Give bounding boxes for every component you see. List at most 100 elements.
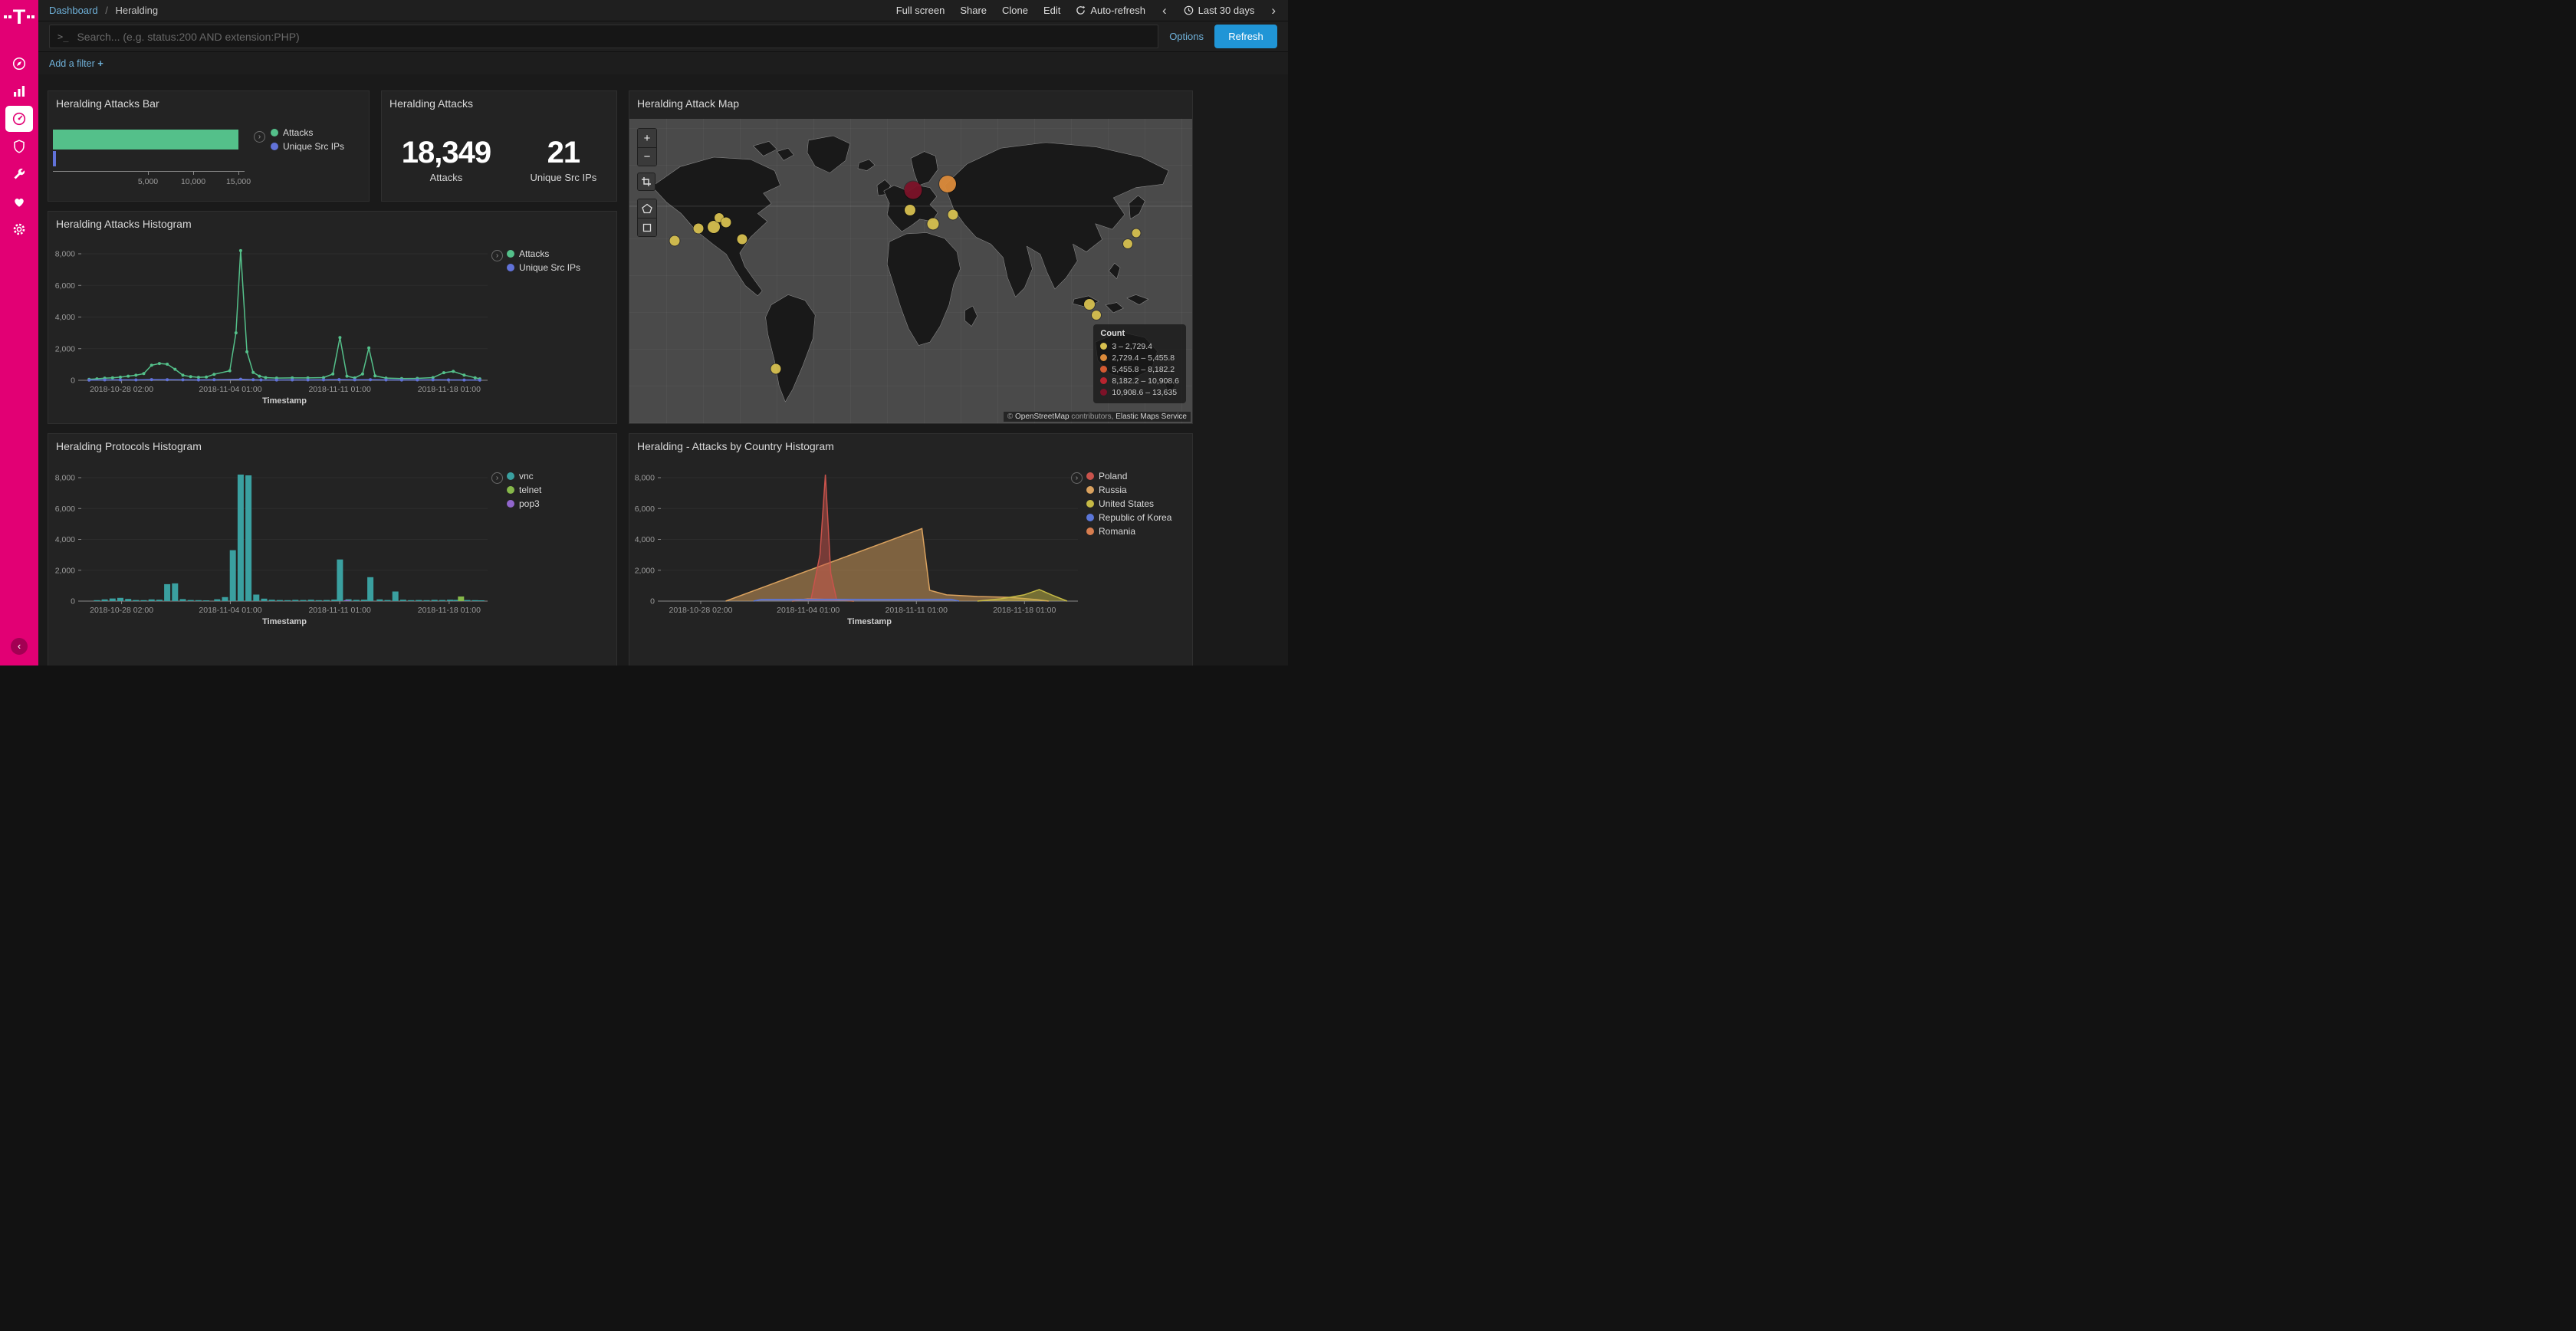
map-legend-row: 2,729.4 – 5,455.8 <box>1100 352 1179 363</box>
legend-item[interactable]: telnet <box>507 483 541 497</box>
edit-button[interactable]: Edit <box>1043 5 1060 16</box>
map-legend-label: 8,182.2 – 10,908.6 <box>1112 376 1179 386</box>
map-legend-items: 3 – 2,729.42,729.4 – 5,455.85,455.8 – 8,… <box>1100 340 1179 398</box>
map-marker <box>905 205 915 215</box>
svg-text:2018-11-11 01:00: 2018-11-11 01:00 <box>308 385 371 394</box>
legend-color-dot <box>507 250 514 258</box>
legend-label: Romania <box>1099 526 1135 537</box>
svg-text:2018-10-28 02:00: 2018-10-28 02:00 <box>669 606 733 615</box>
svg-text:2,000: 2,000 <box>55 344 75 353</box>
legend-item[interactable]: pop3 <box>507 497 541 511</box>
map-legend-dot <box>1100 343 1107 350</box>
map-draw-controls <box>637 199 657 237</box>
clone-button[interactable]: Clone <box>1002 5 1028 16</box>
legend-label: Unique Src IPs <box>519 262 580 273</box>
legend-item[interactable]: Romania <box>1086 524 1171 538</box>
time-range-picker[interactable]: Last 30 days <box>1184 5 1255 16</box>
legend-color-dot <box>507 500 514 508</box>
draw-rectangle-button[interactable] <box>638 218 656 236</box>
legend-item[interactable]: vnc <box>507 469 541 483</box>
metric-group: 18,349Attacks21Unique Src IPs <box>382 117 616 201</box>
attacks-line-chart: 02,0004,0006,0008,0002018-10-28 02:00201… <box>48 212 618 425</box>
legend-color-dot <box>507 264 514 271</box>
sidebar-item-management[interactable] <box>5 216 33 242</box>
search-input[interactable] <box>75 30 1150 44</box>
svg-text:8,000: 8,000 <box>55 474 75 483</box>
sidebar-item-dashboard[interactable] <box>5 106 33 132</box>
top-nav: Dashboard / Heralding Full screen Share … <box>38 0 1288 21</box>
legend-item[interactable]: Unique Src IPs <box>271 140 344 153</box>
shield-icon <box>12 139 27 154</box>
legend-toggle-icon[interactable]: › <box>254 131 265 143</box>
breadcrumb-dashboard-link[interactable]: Dashboard <box>49 5 98 16</box>
world-map[interactable]: + − Count 3 – 2,729.42,729.4 – 5,455.85,… <box>629 119 1192 423</box>
legend-toggle-icon[interactable]: › <box>491 250 503 261</box>
map-legend-label: 10,908.6 – 13,635 <box>1112 388 1177 397</box>
wrench-icon <box>12 166 27 182</box>
sidebar-collapse-button[interactable]: ‹ <box>11 638 28 655</box>
svg-text:2018-10-28 02:00: 2018-10-28 02:00 <box>90 606 153 615</box>
sidebar-nav <box>5 51 33 242</box>
sidebar-item-monitoring[interactable] <box>5 189 33 215</box>
axis-tick-label: 10,000 <box>181 177 205 186</box>
legend-item[interactable]: United States <box>1086 497 1171 511</box>
sidebar-item-attack-map[interactable] <box>5 133 33 159</box>
draw-polygon-button[interactable] <box>638 199 656 218</box>
map-legend-label: 5,455.8 – 8,182.2 <box>1112 365 1175 374</box>
legend-item[interactable]: Russia <box>1086 483 1171 497</box>
auto-refresh-button[interactable]: Auto-refresh <box>1076 5 1145 16</box>
zoom-in-button[interactable]: + <box>638 129 656 147</box>
main-area: Dashboard / Heralding Full screen Share … <box>38 0 1288 666</box>
legend-toggle-icon[interactable]: › <box>491 472 503 484</box>
metric: 21Unique Src IPs <box>531 136 597 183</box>
legend-item[interactable]: Republic of Korea <box>1086 511 1171 524</box>
fit-bounds-button[interactable] <box>637 173 656 191</box>
svg-text:0: 0 <box>650 597 655 606</box>
full-screen-button[interactable]: Full screen <box>896 5 945 16</box>
svg-text:2018-11-11 01:00: 2018-11-11 01:00 <box>308 606 371 615</box>
sidebar-item-visualize[interactable] <box>5 78 33 104</box>
legend-label: Poland <box>1099 471 1127 481</box>
map-zoom-controls: + − <box>637 128 657 166</box>
map-marker <box>948 210 958 220</box>
svg-text:4,000: 4,000 <box>55 535 75 544</box>
legend-item[interactable]: Poland <box>1086 469 1171 483</box>
map-marker <box>1092 311 1101 320</box>
time-forward-button[interactable]: › <box>1270 4 1277 17</box>
svg-text:Timestamp: Timestamp <box>262 617 307 626</box>
chart-legend: vnctelnetpop3 <box>507 469 541 511</box>
refresh-icon <box>1076 5 1086 15</box>
crop-icon <box>641 176 652 187</box>
svg-text:2018-10-28 02:00: 2018-10-28 02:00 <box>90 385 153 394</box>
refresh-button[interactable]: Refresh <box>1214 25 1277 48</box>
legend-item[interactable]: Attacks <box>507 247 580 261</box>
add-filter-link[interactable]: Add a filter + <box>49 58 104 69</box>
legend-toggle-icon[interactable]: › <box>1071 472 1083 484</box>
gear-icon <box>12 222 27 237</box>
map-marker <box>669 235 679 245</box>
map-legend-row: 8,182.2 – 10,908.6 <box>1100 375 1179 386</box>
legend-item[interactable]: Attacks <box>271 126 344 140</box>
share-button[interactable]: Share <box>960 5 987 16</box>
options-link[interactable]: Options <box>1169 31 1204 42</box>
elastic-maps-link[interactable]: Elastic Maps Service <box>1116 412 1187 421</box>
sidebar-item-discover[interactable] <box>5 51 33 77</box>
bar-chart-icon <box>12 84 27 99</box>
legend-label: Republic of Korea <box>1099 512 1171 523</box>
logo-dot <box>8 15 12 18</box>
contributors-text: contributors, <box>1070 412 1116 421</box>
logo-dot <box>27 15 30 18</box>
osm-link[interactable]: OpenStreetMap <box>1015 412 1070 421</box>
legend-item[interactable]: Unique Src IPs <box>507 261 580 274</box>
zoom-out-button[interactable]: − <box>638 147 656 166</box>
top-nav-actions: Full screen Share Clone Edit Auto-refres… <box>896 4 1277 17</box>
time-back-button[interactable]: ‹ <box>1161 4 1168 17</box>
svg-text:8,000: 8,000 <box>55 250 75 259</box>
legend-label: pop3 <box>519 498 540 509</box>
map-marker <box>1084 299 1095 310</box>
chart-legend: Poland RussiaUnited StatesRepublic of Kor… <box>1086 469 1171 538</box>
sidebar-item-devtools[interactable] <box>5 161 33 187</box>
kibana-dashboard-app: T ‹ <box>0 0 1288 666</box>
metric-label: Unique Src IPs <box>531 172 597 183</box>
clock-icon <box>1184 5 1194 15</box>
